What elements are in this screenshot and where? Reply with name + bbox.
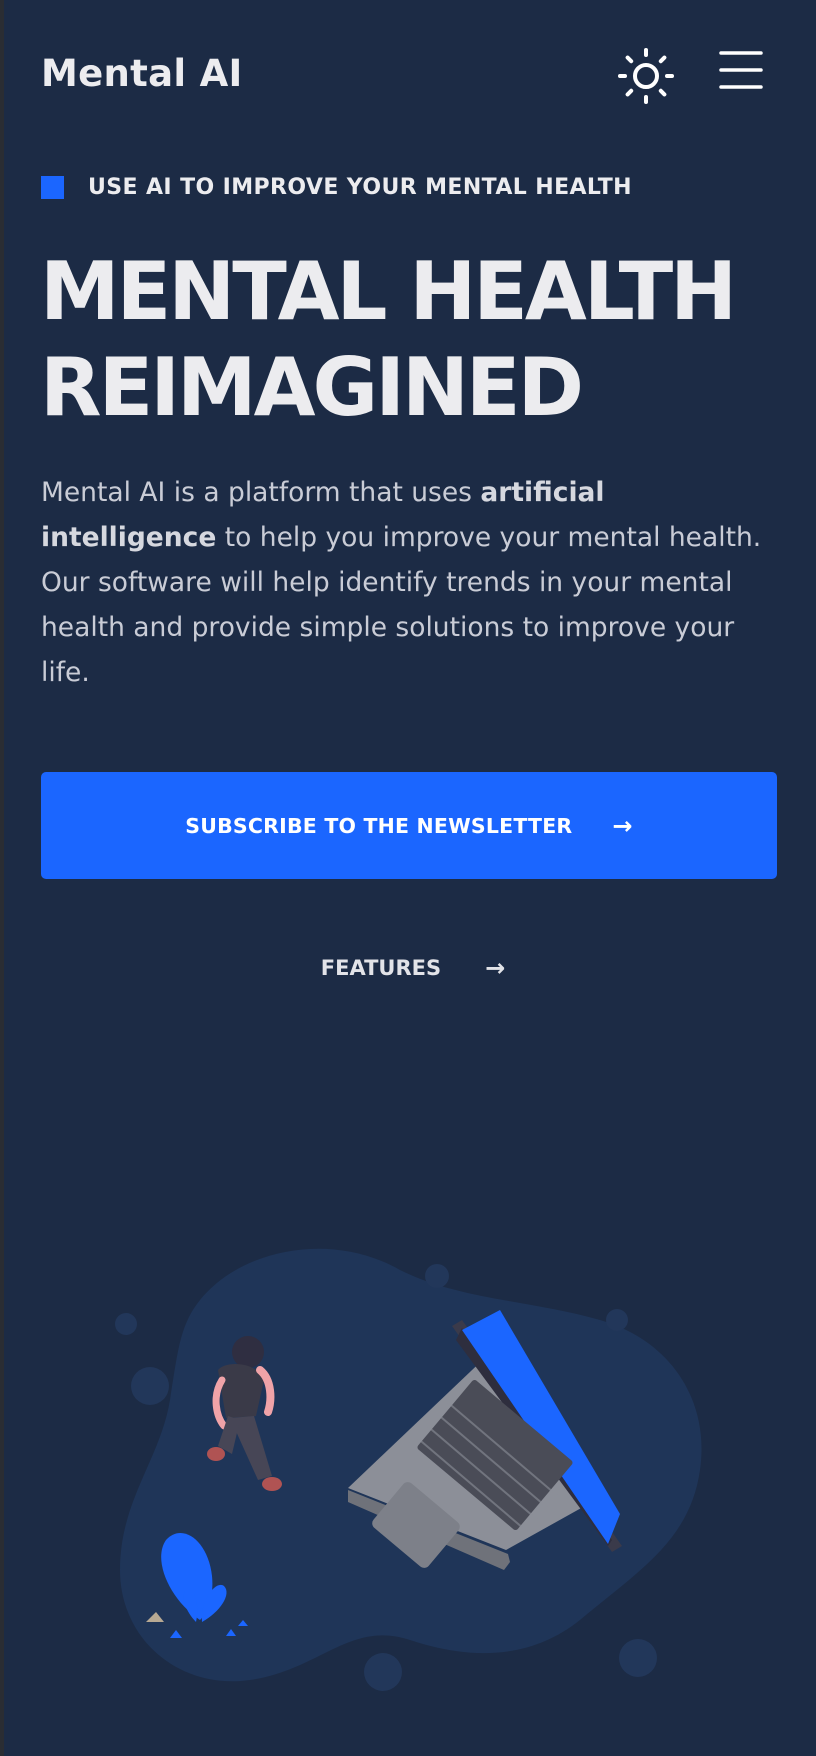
arrow-right-icon: → bbox=[485, 954, 506, 982]
hero-illustration bbox=[100, 1240, 720, 1700]
window-edge bbox=[0, 0, 4, 1756]
site-header: Mental AI bbox=[0, 0, 816, 150]
hero-title: MENTAL HEALTH REIMAGINED bbox=[40, 244, 800, 436]
features-label: FEATURES bbox=[320, 956, 442, 980]
decor-dot bbox=[425, 1264, 449, 1288]
decor-dot bbox=[131, 1367, 169, 1405]
eyebrow-text: USE AI TO IMPROVE YOUR MENTAL HEALTH bbox=[88, 174, 632, 200]
hero-description: Mental AI is a platform that uses artifi… bbox=[41, 470, 781, 695]
hamburger-menu-icon bbox=[719, 51, 763, 89]
sun-icon bbox=[618, 48, 674, 104]
decor-dot bbox=[619, 1639, 657, 1677]
decor-dot bbox=[606, 1309, 628, 1331]
menu-button[interactable] bbox=[716, 46, 766, 90]
desc-bold-2: intelligence bbox=[41, 522, 217, 553]
decor-dot bbox=[364, 1653, 402, 1691]
subscribe-label: SUBSCRIBE TO THE NEWSLETTER bbox=[185, 813, 573, 838]
features-link[interactable]: FEATURES → bbox=[0, 948, 816, 988]
subscribe-button[interactable]: SUBSCRIBE TO THE NEWSLETTER → bbox=[41, 772, 777, 879]
desc-bold-1: artificial bbox=[480, 477, 605, 508]
theme-toggle-button[interactable] bbox=[616, 46, 676, 106]
arrow-right-icon: → bbox=[612, 811, 633, 840]
logo[interactable]: Mental AI bbox=[41, 52, 243, 95]
hero-title-line-1: MENTAL HEALTH bbox=[40, 245, 737, 338]
accent-square bbox=[41, 175, 64, 199]
desc-text-1: Mental AI is a platform that uses bbox=[41, 477, 481, 508]
hero-eyebrow: USE AI TO IMPROVE YOUR MENTAL HEALTH bbox=[41, 172, 632, 202]
hero-title-line-2: REIMAGINED bbox=[40, 341, 584, 434]
decor-dot bbox=[115, 1313, 137, 1335]
